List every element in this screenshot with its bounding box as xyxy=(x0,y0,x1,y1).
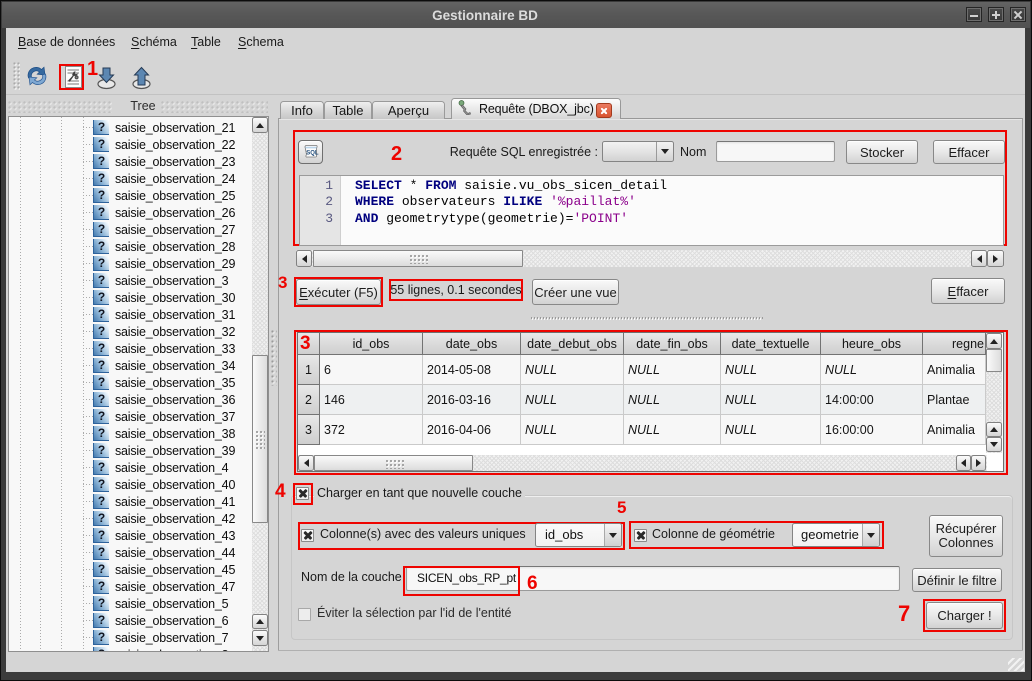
svg-text:SQL: SQL xyxy=(306,151,319,157)
